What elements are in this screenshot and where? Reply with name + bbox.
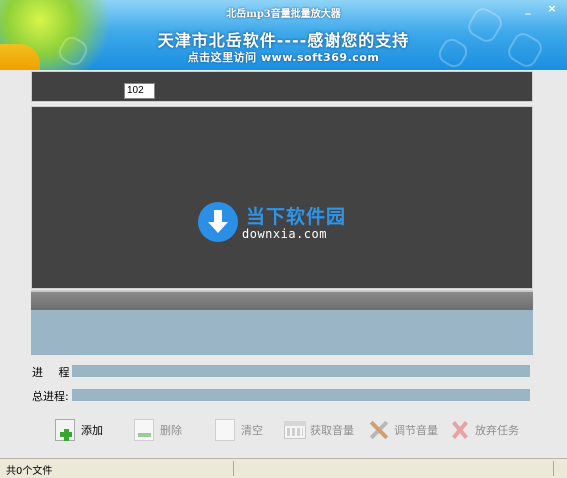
- file-count-status: 共0个文件: [6, 466, 53, 477]
- close-button[interactable]: ×: [545, 3, 559, 15]
- list-scrollbar[interactable]: [31, 290, 533, 310]
- watermark: 当下软件园 downxia.com: [198, 202, 358, 246]
- status-divider: [553, 461, 554, 476]
- progress-bar: [72, 365, 530, 377]
- watermark-name: 当下软件园: [246, 206, 347, 228]
- add-file-icon: [55, 419, 77, 441]
- file-list[interactable]: [31, 106, 533, 289]
- abort-task-label: 放弃任务: [475, 424, 519, 437]
- watermark-url: downxia.com: [242, 227, 327, 241]
- status-divider: [233, 461, 234, 476]
- volume-settings-strip: [31, 71, 533, 102]
- calendar-icon: [284, 419, 306, 441]
- banner-headline[interactable]: 天津市北岳软件----感谢您的支持: [0, 27, 567, 51]
- clear-button[interactable]: 清空: [215, 416, 263, 444]
- minimize-button[interactable]: _: [521, 3, 535, 15]
- volume-input[interactable]: 102: [124, 83, 155, 99]
- main-window: 北岳mp3音量批量放大器 _ × 天津市北岳软件----感谢您的支持 点击这里访…: [0, 0, 567, 478]
- tools-icon: [368, 419, 390, 441]
- download-arrow-icon: [208, 210, 228, 233]
- delete-label: 删除: [160, 424, 182, 437]
- abort-task-button[interactable]: 放弃任务: [449, 416, 519, 444]
- info-panel: [31, 310, 533, 355]
- adjust-volume-button[interactable]: 调节音量: [368, 416, 438, 444]
- get-volume-button[interactable]: 获取音量: [284, 416, 354, 444]
- delete-file-icon: [134, 419, 156, 441]
- cancel-x-icon: [449, 419, 471, 441]
- total-progress-label: 总进程:: [32, 390, 69, 403]
- total-progress-bar: [72, 389, 530, 401]
- banner-website-link[interactable]: 点击这里访问 www.soft369.com: [0, 49, 567, 65]
- window-title: 北岳mp3音量批量放大器: [226, 9, 341, 20]
- status-bar: 共0个文件: [0, 458, 567, 478]
- add-label: 添加: [81, 424, 103, 437]
- get-volume-label: 获取音量: [310, 424, 354, 437]
- delete-button[interactable]: 删除: [134, 416, 182, 444]
- banner[interactable]: 北岳mp3音量批量放大器 _ × 天津市北岳软件----感谢您的支持 点击这里访…: [0, 0, 567, 70]
- adjust-volume-label: 调节音量: [394, 424, 438, 437]
- clear-list-icon: [215, 419, 237, 441]
- add-button[interactable]: 添加: [55, 416, 103, 444]
- clear-label: 清空: [241, 424, 263, 437]
